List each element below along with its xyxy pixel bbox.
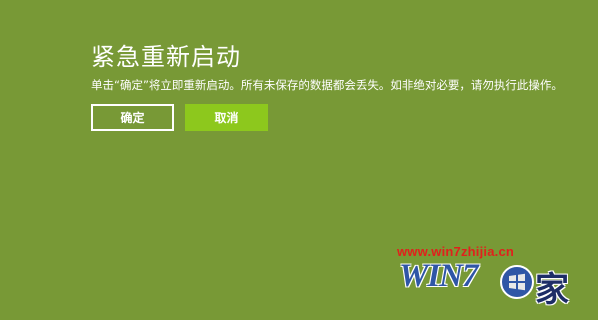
emergency-restart-screen: 紧急重新启动 单击“确定”将立即重新启动。所有未保存的数据都会丢失。如非绝对必要… — [0, 0, 598, 320]
dialog-message: 单击“确定”将立即重新启动。所有未保存的数据都会丢失。如非绝对必要，请勿执行此操… — [91, 78, 563, 92]
watermark-url: www.win7zhijia.cn — [397, 244, 515, 259]
dialog-title: 紧急重新启动 — [91, 43, 241, 71]
windows-orb-icon — [500, 265, 534, 299]
dialog-buttons: 确定 取消 — [91, 104, 268, 131]
watermark-logo: WIN7 家 — [399, 258, 584, 310]
watermark-logo-text: WIN7 — [399, 258, 479, 294]
cancel-button[interactable]: 取消 — [185, 104, 268, 131]
emergency-restart-dialog: 紧急重新启动 单击“确定”将立即重新启动。所有未保存的数据都会丢失。如非绝对必要… — [91, 42, 581, 131]
ok-button[interactable]: 确定 — [91, 104, 174, 131]
watermark-logo-char: 家 — [535, 270, 569, 310]
